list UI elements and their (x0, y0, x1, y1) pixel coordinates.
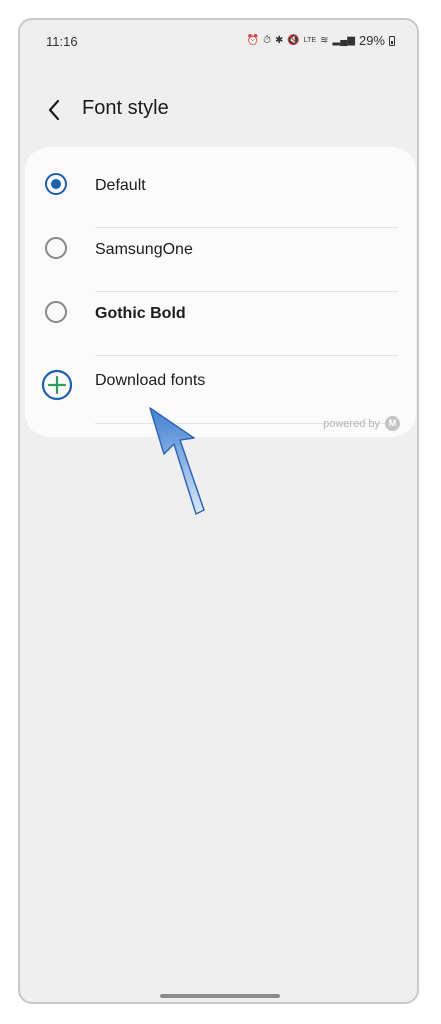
download-fonts-label: Download fonts (95, 372, 206, 389)
font-options-card: Default SamsungOne Gothic Bold Download … (25, 147, 416, 437)
powered-by-text: powered by (323, 417, 380, 430)
page-title: Font style (82, 97, 169, 119)
home-indicator[interactable] (160, 994, 280, 998)
alarm-icon: ⏰ (246, 34, 260, 46)
radio-samsungone[interactable] (45, 237, 67, 259)
powered-by: powered by M (323, 416, 400, 431)
alarm-clock-icon: ⏱ (263, 34, 271, 46)
back-button[interactable] (42, 96, 68, 124)
wifi-icon: ≋ (320, 34, 329, 46)
chevron-left-icon (48, 99, 60, 121)
battery-percent: 29% (358, 33, 385, 48)
status-bar: 11:16 ⏰ ⏱ ✱ 🔇 LTE ≋ ▂▄▆ 29% (20, 20, 417, 62)
font-option-samsungone[interactable]: SamsungOne (25, 221, 416, 285)
volte-icon: LTE (303, 36, 317, 44)
battery-icon (389, 35, 395, 46)
font-option-default[interactable]: Default (25, 157, 416, 221)
bluetooth-icon: ✱ (274, 34, 284, 46)
radio-default[interactable] (45, 173, 67, 195)
font-option-gothic-bold[interactable]: Gothic Bold (25, 285, 416, 349)
pointer-arrow-icon (149, 407, 205, 515)
radio-gothic-bold[interactable] (45, 301, 67, 323)
plus-circle-icon (41, 369, 73, 401)
app-bar: Font style (20, 90, 417, 130)
signal-icon: ▂▄▆ (332, 34, 355, 46)
phone-frame: 11:16 ⏰ ⏱ ✱ 🔇 LTE ≋ ▂▄▆ 29% Font style D… (18, 18, 419, 1004)
status-time: 11:16 (46, 34, 78, 49)
mute-icon: 🔇 (287, 34, 300, 46)
font-option-label: Default (95, 177, 146, 194)
download-fonts-row[interactable]: Download fonts (25, 355, 416, 419)
font-option-label: SamsungOne (95, 241, 193, 258)
font-option-label: Gothic Bold (95, 305, 186, 322)
status-icons: ⏰ ⏱ ✱ 🔇 LTE ≋ ▂▄▆ 29% (247, 33, 395, 48)
provider-logo-icon: M (385, 416, 400, 431)
